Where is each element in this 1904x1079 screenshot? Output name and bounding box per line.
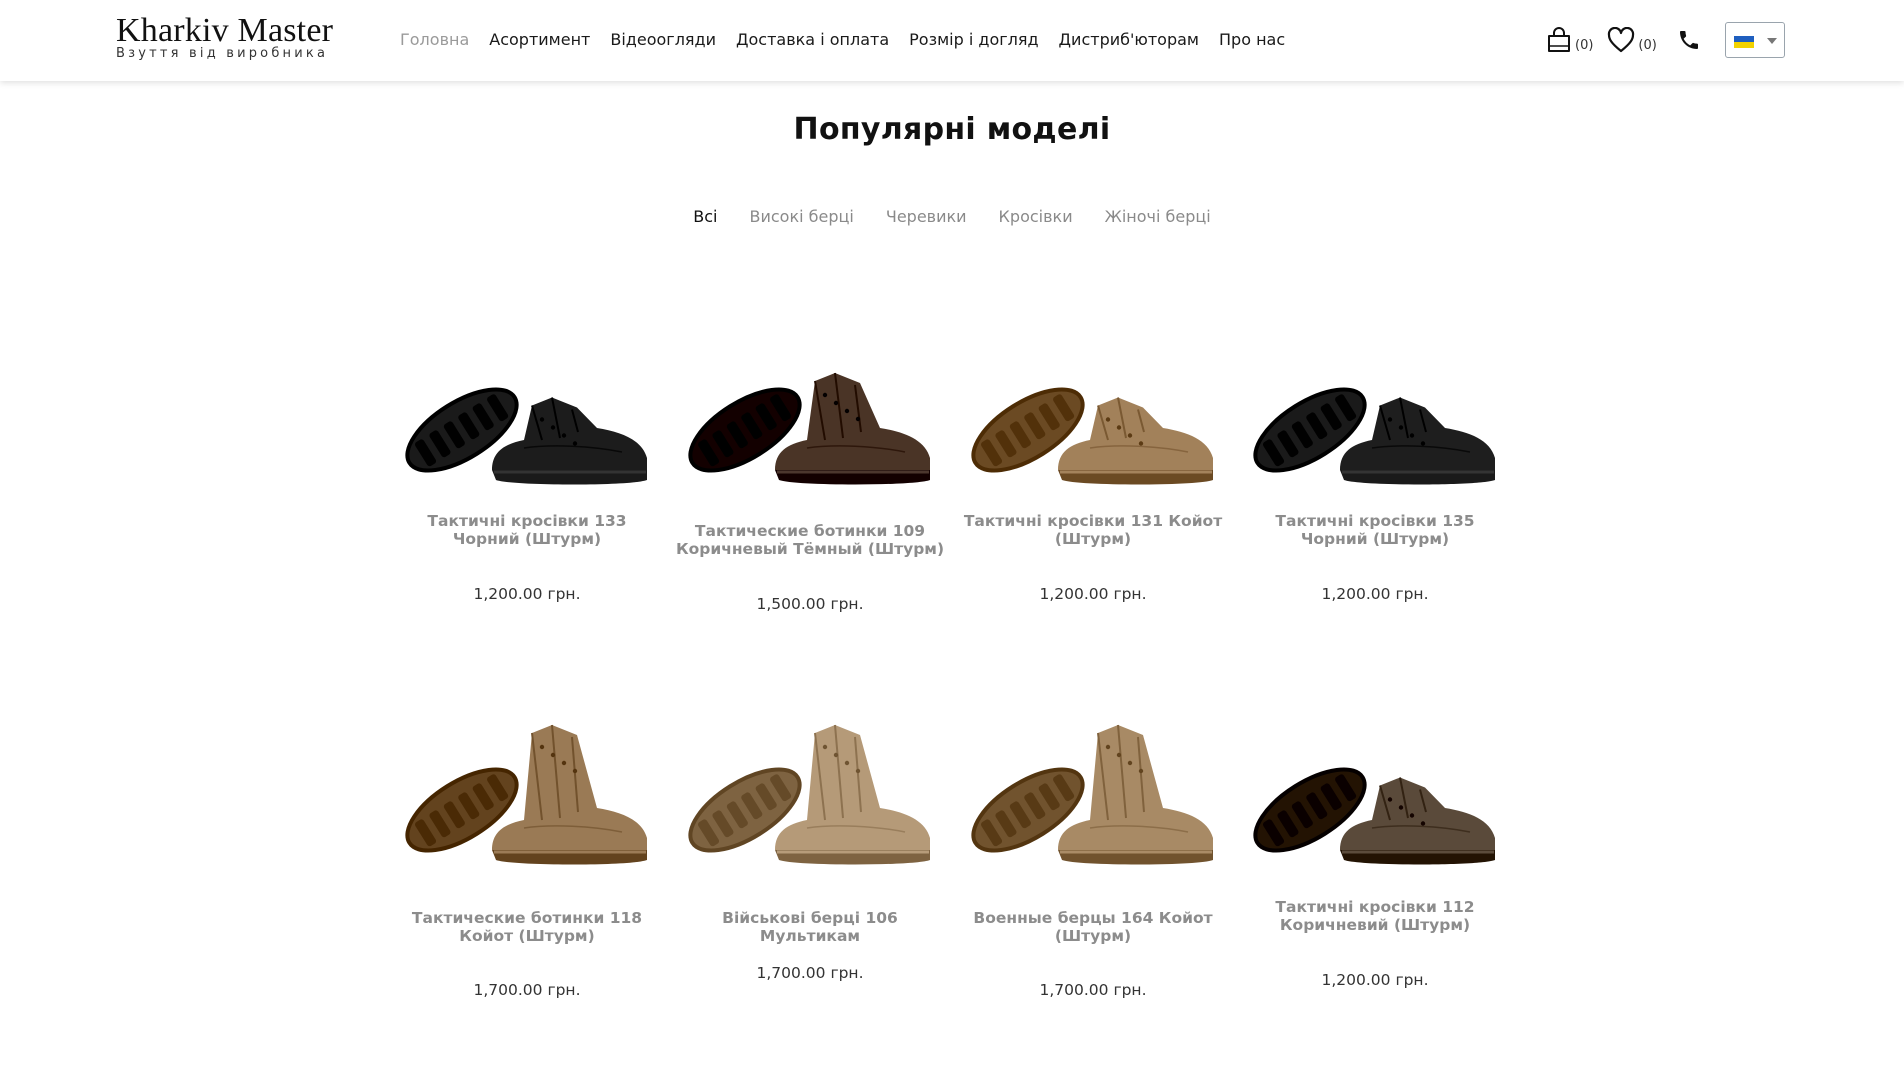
product-card[interactable]: Тактические ботинки 118 Койот (Штурм) 1,… — [392, 695, 662, 1015]
product-image — [688, 724, 930, 865]
product-name: Військові берці 106 Мультикам — [722, 909, 898, 945]
product-image — [1253, 767, 1495, 865]
filter-high-boots[interactable]: Високі берці — [749, 207, 853, 226]
category-filters: Всі Високі берці Черевики Кросівки Жіноч… — [0, 207, 1904, 226]
site-logo[interactable]: Kharkiv Master Взуття від виробника — [116, 14, 346, 64]
nav-item-home[interactable]: Головна — [400, 27, 469, 53]
product-name: Военные берцы 164 Койот (Штурм) — [973, 909, 1213, 945]
product-card[interactable]: Тактические ботинки 109 Коричневый Тёмны… — [675, 300, 945, 620]
product-price: 1,200.00 грн. — [1321, 585, 1429, 603]
cart-count: (0) — [1575, 38, 1594, 53]
chevron-down-icon — [1767, 38, 1777, 44]
product-name: Тактичні кросівки 133 Чорний (Штурм) — [427, 512, 627, 548]
main-nav: Головна Асортимент Відеоогляди Доставка … — [400, 27, 1305, 53]
logo-subtitle: Взуття від виробника — [116, 46, 329, 61]
wishlist-button[interactable]: (0) — [1607, 27, 1657, 53]
product-price: 1,200.00 грн. — [1039, 585, 1147, 603]
site-header: Kharkiv Master Взуття від виробника Голо… — [0, 0, 1904, 81]
nav-item-delivery-payment[interactable]: Доставка і оплата — [736, 27, 889, 53]
nav-item-about[interactable]: Про нас — [1219, 27, 1285, 53]
ukraine-flag-icon — [1734, 36, 1754, 48]
filter-all[interactable]: Всі — [693, 207, 717, 226]
product-image — [971, 724, 1213, 865]
logo-title: Kharkiv Master — [116, 12, 334, 49]
product-card[interactable]: Военные берцы 164 Койот (Штурм) 1,700.00… — [958, 695, 1228, 1015]
nav-item-size-care[interactable]: Розмір і догляд — [909, 27, 1038, 53]
product-price: 1,700.00 грн. — [756, 964, 864, 982]
phone-button[interactable] — [1677, 28, 1701, 52]
cart-button[interactable]: (0) — [1546, 27, 1593, 53]
filter-womens-boots[interactable]: Жіночі берці — [1105, 207, 1211, 226]
product-price: 1,500.00 грн. — [756, 595, 864, 613]
heart-icon — [1608, 27, 1635, 53]
nav-item-video-reviews[interactable]: Відеоогляди — [610, 27, 716, 53]
product-price: 1,700.00 грн. — [1039, 981, 1147, 999]
product-image — [1253, 387, 1495, 485]
product-price: 1,200.00 грн. — [473, 585, 581, 603]
wishlist-count: (0) — [1638, 38, 1657, 53]
filter-shoes[interactable]: Черевики — [886, 207, 967, 226]
product-card[interactable]: Військові берці 106 Мультикам 1,700.00 г… — [675, 695, 945, 1015]
product-image — [688, 372, 930, 485]
header-icons: (0) (0) — [1546, 22, 1701, 58]
nav-item-distributors[interactable]: Дистриб'юторам — [1059, 27, 1199, 53]
phone-icon — [1679, 31, 1698, 49]
filter-sneakers[interactable]: Кросівки — [999, 207, 1073, 226]
product-grid: Тактичні кросівки 133 Чорний (Штурм) 1,2… — [0, 0, 1904, 1079]
product-card[interactable]: Тактичні кросівки 131 Койот (Штурм) 1,20… — [958, 300, 1228, 620]
product-price: 1,700.00 грн. — [473, 981, 581, 999]
language-select[interactable] — [1725, 22, 1785, 58]
section-title: Популярні моделі — [793, 112, 1111, 147]
product-name: Тактичні кросівки 131 Койот (Штурм) — [963, 512, 1223, 548]
product-card[interactable]: Тактичні кросівки 135 Чорний (Штурм) 1,2… — [1240, 300, 1510, 620]
product-card[interactable]: Тактичні кросівки 133 Чорний (Штурм) 1,2… — [392, 300, 662, 620]
product-name: Тактические ботинки 118 Койот (Штурм) — [411, 909, 643, 945]
product-name: Тактичні кросівки 135 Чорний (Штурм) — [1275, 512, 1475, 548]
shopping-bag-icon — [1548, 27, 1570, 52]
product-name: Тактичні кросівки 112 Коричневий (Штурм) — [1275, 898, 1475, 934]
product-image — [405, 387, 647, 485]
product-image — [971, 387, 1213, 485]
product-card[interactable]: Тактичні кросівки 112 Коричневий (Штурм)… — [1240, 695, 1510, 1015]
product-name: Тактические ботинки 109 Коричневый Тёмны… — [675, 522, 945, 558]
nav-item-assortment[interactable]: Асортимент — [489, 27, 590, 53]
product-image — [405, 724, 647, 865]
product-price: 1,200.00 грн. — [1321, 971, 1429, 989]
